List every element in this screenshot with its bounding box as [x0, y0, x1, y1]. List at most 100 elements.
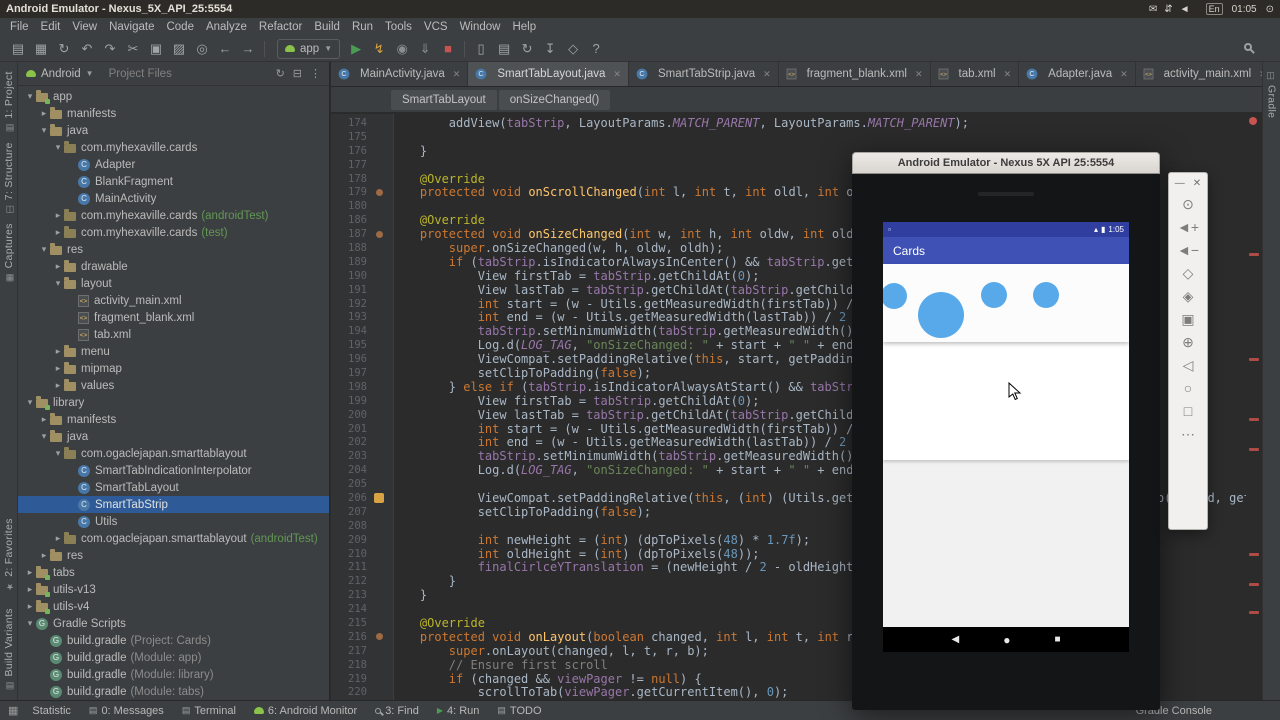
tree-item-res[interactable]: ▸ res	[18, 547, 329, 564]
tree-item-java[interactable]: ▾ java	[18, 428, 329, 445]
tree-item-tabs[interactable]: ▸ tabs	[18, 564, 329, 581]
statusbar-0-messages[interactable]: ▤ 0: Messages	[89, 705, 164, 717]
stop-icon[interactable]: ■	[438, 39, 458, 59]
tree-item-com-ogaclejapan-smarttablayout[interactable]: ▾ com.ogaclejapan.smarttablayout	[18, 445, 329, 462]
editor-tab-adapter-java[interactable]: C Adapter.java ✕	[1019, 62, 1136, 86]
statusbar-todo[interactable]: ▤ TODO	[497, 705, 541, 717]
tree-item-manifests[interactable]: ▸ manifests	[18, 105, 329, 122]
error-stripe-mark[interactable]	[1249, 611, 1259, 614]
debug-icon[interactable]: ◉	[392, 39, 412, 59]
tree-item-app[interactable]: ▾ app	[18, 88, 329, 105]
close-tab-icon[interactable]: ✕	[763, 69, 771, 80]
error-stripe-mark[interactable]	[1249, 253, 1259, 256]
code-line[interactable]: 174 addView(tabStrip, LayoutParams.MATCH…	[331, 116, 1246, 130]
tray-icon[interactable]: ◄	[1180, 4, 1190, 15]
sync-icon[interactable]: ↻	[276, 67, 285, 80]
more-button[interactable]: ⋯	[1181, 427, 1195, 441]
zoom-button[interactable]: ⊕	[1182, 335, 1194, 349]
save-all-icon[interactable]: ▦	[31, 39, 51, 59]
sync-gradle-icon[interactable]: ↻	[517, 39, 537, 59]
menu-view[interactable]: View	[66, 21, 103, 33]
tree-item-tab-xml[interactable]: <> tab.xml	[18, 326, 329, 343]
tree-item-build-gradle[interactable]: Gbuild.gradle (Module: app)	[18, 649, 329, 666]
editor-tab-smarttablayout-java[interactable]: C SmartTabLayout.java ✕	[468, 62, 629, 86]
device-screen[interactable]: ▫ ▴ ▮ 1:05 Cards ◀ ● ■	[883, 222, 1129, 652]
run-icon[interactable]: ▶	[346, 39, 366, 59]
open-icon[interactable]: ▤	[8, 39, 28, 59]
tree-item-layout[interactable]: ▾ layout	[18, 275, 329, 292]
minimize-icon[interactable]: —	[1175, 178, 1185, 189]
error-stripe-mark[interactable]	[1249, 583, 1259, 586]
close-icon[interactable]: ✕	[1193, 178, 1201, 189]
more-icon[interactable]: ⋮	[310, 67, 321, 80]
tree-item-utils-v4[interactable]: ▸ utils-v4	[18, 598, 329, 615]
volume-up-button[interactable]: ◄+	[1177, 220, 1199, 234]
close-tab-icon[interactable]: ✕	[613, 69, 621, 80]
android-monitor-icon[interactable]: ▤	[494, 39, 514, 59]
error-stripe-mark[interactable]	[1249, 117, 1257, 125]
tree-item-library[interactable]: ▾ library	[18, 394, 329, 411]
volume-down-button[interactable]: ◄−	[1177, 243, 1199, 257]
attach-debugger-icon[interactable]: ⇓	[415, 39, 435, 59]
overview-button[interactable]: □	[1184, 404, 1192, 418]
tree-item-build-gradle[interactable]: Gbuild.gradle (Module: library)	[18, 666, 329, 683]
menu-refactor[interactable]: Refactor	[253, 21, 308, 33]
redo-icon[interactable]: ↷	[100, 39, 120, 59]
statusbar-4-run[interactable]: ▶ 4: Run	[437, 705, 480, 717]
menu-run[interactable]: Run	[346, 21, 379, 33]
close-tab-icon[interactable]: ✕	[453, 69, 461, 80]
close-tab-icon[interactable]: ✕	[1004, 69, 1012, 80]
tree-item-com-myhexaville-cards[interactable]: ▾ com.myhexaville.cards	[18, 139, 329, 156]
tab-circle-3[interactable]	[981, 282, 1007, 308]
tree-item-com-myhexaville-cards[interactable]: ▸ com.myhexaville.cards (androidTest)	[18, 207, 329, 224]
tab-circle-4[interactable]	[1033, 282, 1059, 308]
error-stripe-mark[interactable]	[1249, 418, 1259, 421]
menu-build[interactable]: Build	[308, 21, 346, 33]
menu-navigate[interactable]: Navigate	[103, 21, 160, 33]
tree-item-smarttabstrip[interactable]: C SmartTabStrip	[18, 496, 329, 513]
find-icon[interactable]: ◎	[192, 39, 212, 59]
back-button[interactable]: ◀	[952, 634, 960, 645]
power-icon[interactable]: ⊙	[1266, 4, 1274, 15]
menu-vcs[interactable]: VCS	[418, 21, 454, 33]
settings-icon[interactable]: ◇	[563, 39, 583, 59]
keyboard-layout-indicator[interactable]: En	[1205, 3, 1223, 15]
tree-item-gradle-scripts[interactable]: ▾ G Gradle Scripts	[18, 615, 329, 632]
tree-item-blankfragment[interactable]: C BlankFragment	[18, 173, 329, 190]
error-stripe-mark[interactable]	[1249, 358, 1259, 361]
apply-changes-icon[interactable]: ↯	[369, 39, 389, 59]
home-button[interactable]: ○	[1184, 381, 1192, 395]
tray-icons[interactable]: ✉ ⇵ ◄	[1149, 4, 1197, 15]
project-view-select[interactable]: Android	[41, 68, 81, 80]
tree-item-res[interactable]: ▾ res	[18, 241, 329, 258]
tool-button-captures[interactable]: ▦ Captures	[3, 223, 15, 282]
tree-item-utils[interactable]: C Utils	[18, 513, 329, 530]
undo-icon[interactable]: ↶	[77, 39, 97, 59]
copy-icon[interactable]: ▣	[146, 39, 166, 59]
back-button[interactable]: ◁	[1183, 358, 1194, 372]
statusbar-3-find[interactable]: 3: Find	[375, 705, 419, 717]
menu-help[interactable]: Help	[506, 21, 542, 33]
tree-item-manifests[interactable]: ▸ manifests	[18, 411, 329, 428]
tree-item-build-gradle[interactable]: Gbuild.gradle (Module: tabs)	[18, 683, 329, 700]
tool-button-2-favorites[interactable]: ★ 2: Favorites	[3, 518, 15, 591]
menu-file[interactable]: File	[4, 21, 35, 33]
tree-item-drawable[interactable]: ▸ drawable	[18, 258, 329, 275]
tree-item-values[interactable]: ▸ values	[18, 377, 329, 394]
home-button[interactable]: ●	[1003, 633, 1010, 647]
editor-tab-tab-xml[interactable]: <> tab.xml ✕	[931, 62, 1020, 86]
statusbar-6-android-monitor[interactable]: 6: Android Monitor	[253, 705, 357, 717]
overview-button[interactable]: ■	[1054, 634, 1060, 645]
error-stripe-mark[interactable]	[1249, 448, 1259, 451]
help-icon[interactable]: ?	[586, 39, 606, 59]
error-stripe-mark[interactable]	[1249, 553, 1259, 556]
editor-tab-activity-main-xml[interactable]: <>activity_main.xml✕	[1136, 62, 1262, 86]
tree-item-smarttabindicationinterpolator[interactable]: C SmartTabIndicationInterpolator	[18, 462, 329, 479]
statusbar-statistic[interactable]: Statistic	[32, 705, 71, 717]
tab-circle-2[interactable]	[918, 292, 964, 338]
tool-button-build-variants[interactable]: ▤ Build Variants	[3, 608, 15, 691]
tree-item-com-ogaclejapan-smarttablayout[interactable]: ▸ com.ogaclejapan.smarttablayout (android…	[18, 530, 329, 547]
collapse-all-icon[interactable]: ⊟	[293, 67, 302, 80]
breadcrumb-onsizechanged[interactable]: onSizeChanged()	[498, 89, 611, 110]
menu-analyze[interactable]: Analyze	[200, 21, 253, 33]
